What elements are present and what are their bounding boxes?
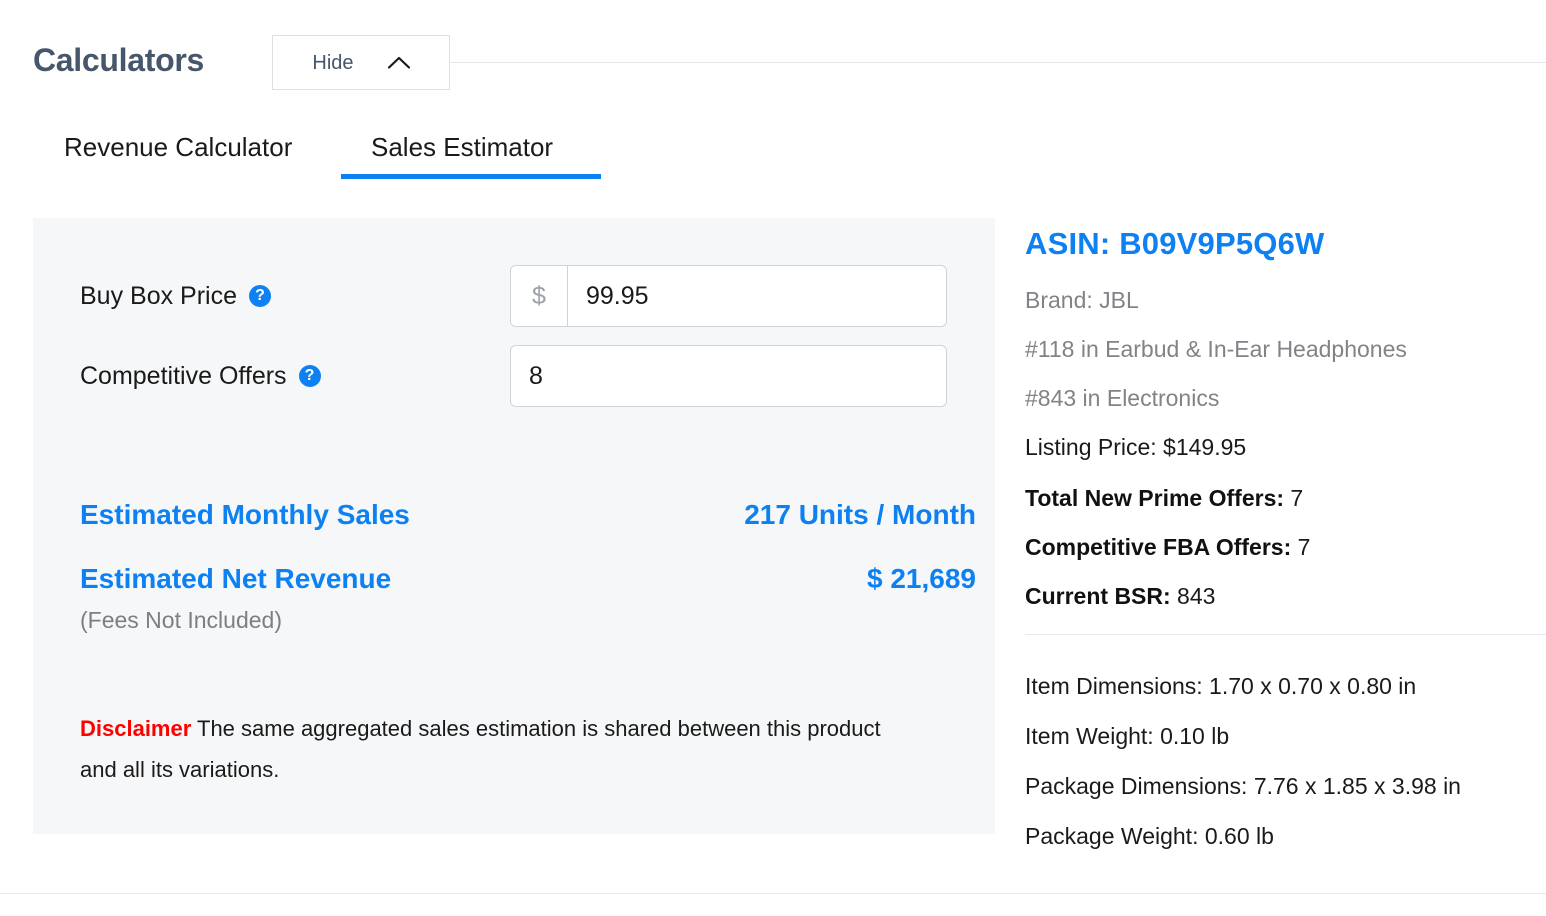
disclaimer-text: The same aggregated sales estimation is … xyxy=(80,716,881,782)
current-bsr-label: Current BSR: xyxy=(1025,583,1171,609)
calculator-tabs: Revenue Calculator Sales Estimator xyxy=(0,128,1546,182)
page-header: Calculators Hide xyxy=(0,0,1546,100)
total-new-prime-offers-label: Total New Prime Offers: xyxy=(1025,485,1285,511)
sales-estimator-panel: Buy Box Price $ Competitive Offers xyxy=(33,218,995,834)
disclaimer: Disclaimer The same aggregated sales est… xyxy=(80,708,910,790)
product-info-panel: ASIN: B09V9P5Q6W Brand: JBL #118 in Earb… xyxy=(1025,218,1546,849)
result-row-monthly-sales: Estimated Monthly Sales 217 Units / Mont… xyxy=(33,498,995,562)
total-new-prime-offers-value: 7 xyxy=(1284,485,1304,511)
field-row-competitive-offers: Competitive Offers xyxy=(33,345,995,407)
buy-box-price-input[interactable] xyxy=(568,266,946,326)
main-content: Buy Box Price $ Competitive Offers xyxy=(0,218,1546,849)
brand-line: Brand: JBL xyxy=(1025,287,1139,313)
buy-box-price-input-group[interactable]: $ xyxy=(510,265,947,327)
page-title: Calculators xyxy=(33,42,204,78)
currency-prefix: $ xyxy=(511,266,568,326)
competitive-offers-label: Competitive Offers xyxy=(80,345,321,407)
product-info-divider xyxy=(1025,634,1546,635)
asin-link[interactable]: ASIN: B09V9P5Q6W xyxy=(1025,224,1325,264)
buy-box-price-label-text: Buy Box Price xyxy=(80,282,238,310)
hide-button-label: Hide xyxy=(312,51,354,74)
current-bsr-value: 843 xyxy=(1170,583,1216,609)
competitive-fba-offers-label: Competitive FBA Offers: xyxy=(1025,534,1292,560)
package-dimensions-line: Package Dimensions: 7.76 x 1.85 x 3.98 i… xyxy=(1025,773,1461,799)
tab-revenue-calculator[interactable]: Revenue Calculator xyxy=(64,128,292,182)
estimated-monthly-sales-value: 217 Units / Month xyxy=(744,499,976,530)
header-divider xyxy=(450,62,1546,63)
help-circle-icon-buy-box-price[interactable] xyxy=(249,285,272,307)
footer-divider xyxy=(0,893,1546,894)
fees-not-included-note: (Fees Not Included) xyxy=(80,607,282,633)
field-row-buy-box-price: Buy Box Price $ xyxy=(33,265,995,327)
competitive-fba-offers-value: 7 xyxy=(1291,534,1311,560)
disclaimer-label: Disclaimer xyxy=(80,716,192,741)
category-rank-line: #118 in Earbud & In-Ear Headphones xyxy=(1025,336,1407,362)
competitive-offers-label-text: Competitive Offers xyxy=(80,362,287,390)
calculators-page: Calculators Hide Revenue Calculator Sale… xyxy=(0,0,1546,916)
hide-toggle-button[interactable]: Hide xyxy=(272,35,450,90)
competitive-fba-offers-line: Competitive FBA Offers: 7 xyxy=(1025,533,1310,561)
estimated-monthly-sales-label: Estimated Monthly Sales xyxy=(80,499,410,530)
estimated-net-revenue-label: Estimated Net Revenue xyxy=(80,563,392,594)
total-new-prime-offers-line: Total New Prime Offers: 7 xyxy=(1025,484,1303,512)
competitive-offers-input-group[interactable] xyxy=(510,345,947,407)
estimated-net-revenue-value: $ 21,689 xyxy=(867,563,976,594)
estimation-results: Estimated Monthly Sales 217 Units / Mont… xyxy=(33,498,995,633)
item-weight-line: Item Weight: 0.10 lb xyxy=(1025,723,1230,749)
chevron-up-icon xyxy=(387,56,410,69)
package-weight-line: Package Weight: 0.60 lb xyxy=(1025,823,1274,849)
help-circle-icon-competitive-offers[interactable] xyxy=(298,365,321,387)
item-dimensions-line: Item Dimensions: 1.70 x 0.70 x 0.80 in xyxy=(1025,673,1417,699)
active-tab-indicator xyxy=(341,174,601,179)
current-bsr-line: Current BSR: 843 xyxy=(1025,582,1215,610)
buy-box-price-label: Buy Box Price xyxy=(80,265,272,327)
competitive-offers-input[interactable] xyxy=(511,346,946,406)
listing-price-line: Listing Price: $149.95 xyxy=(1025,434,1247,460)
department-rank-line: #843 in Electronics xyxy=(1025,385,1220,411)
